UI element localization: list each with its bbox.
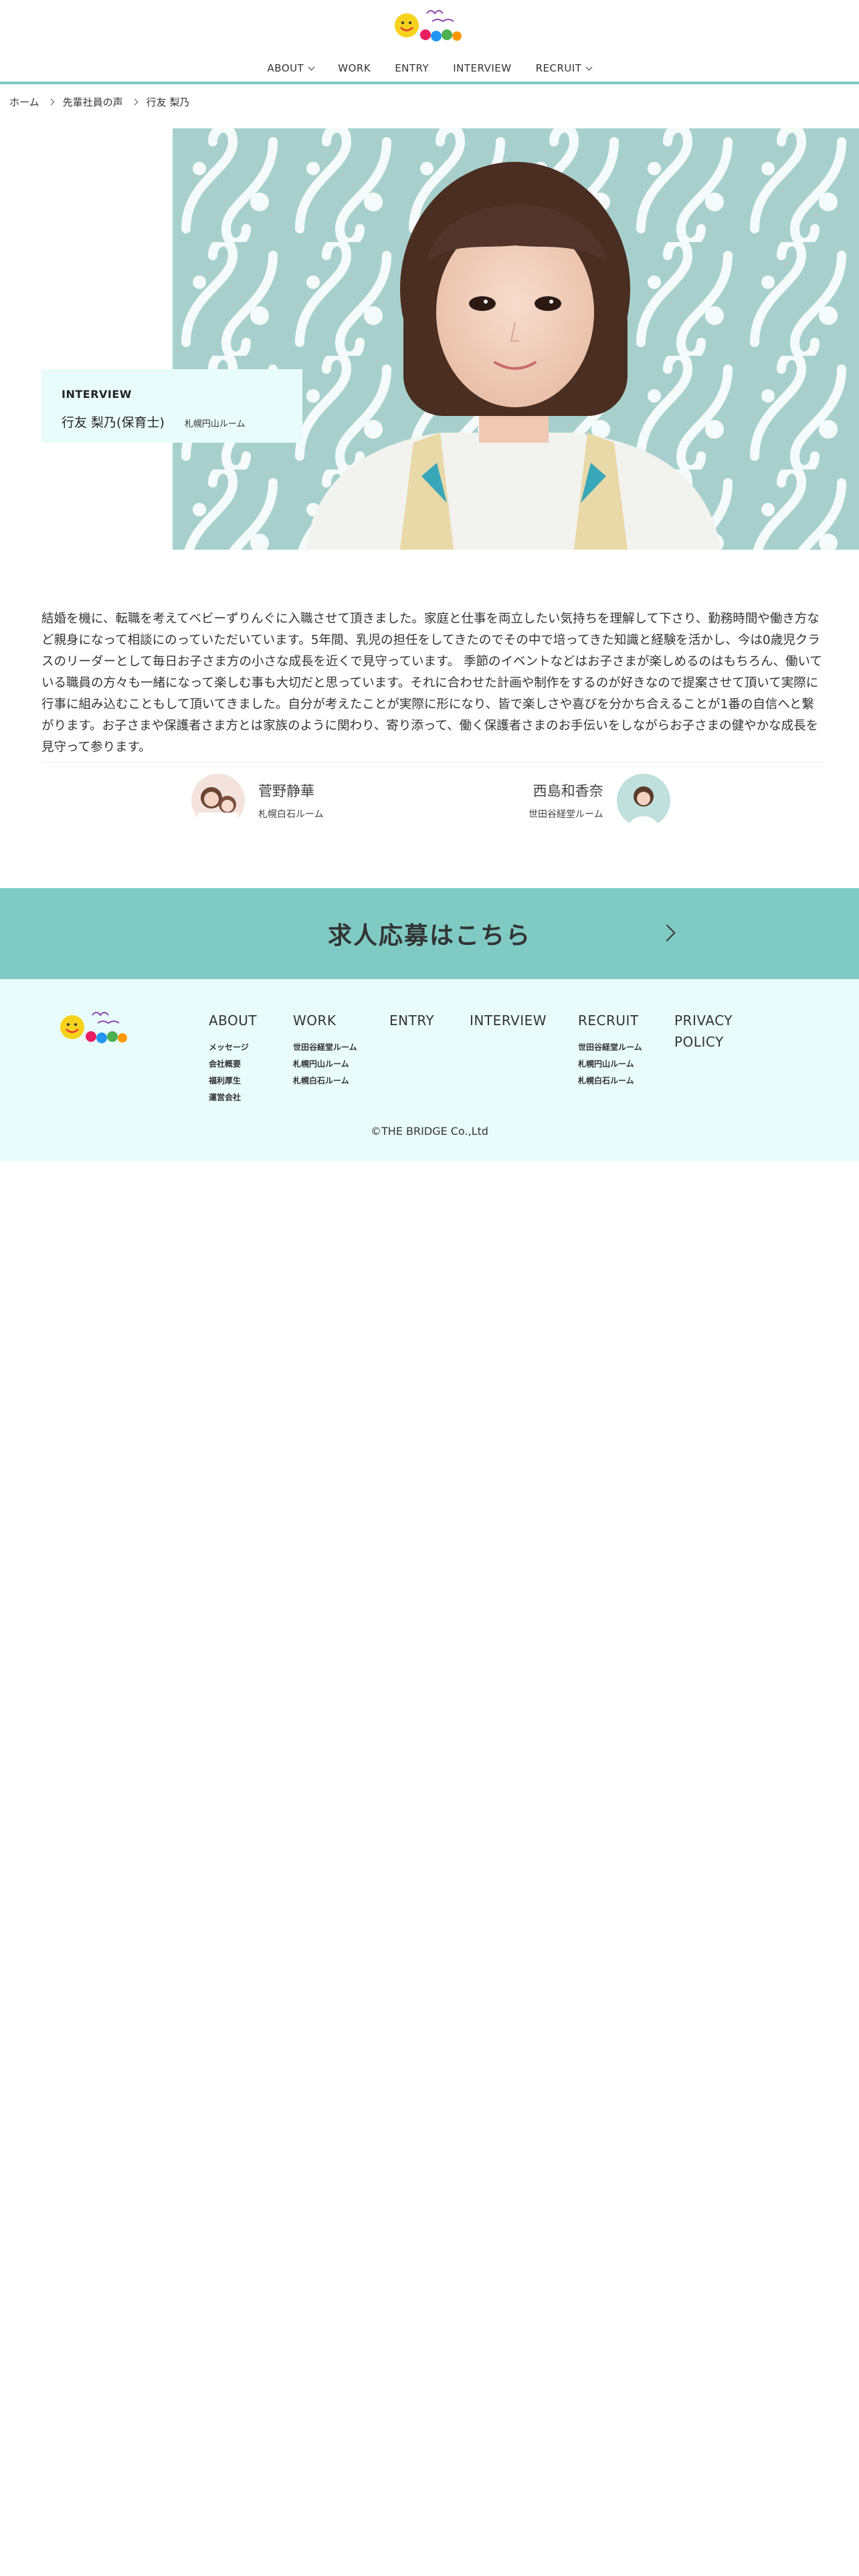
nav-work-label: WORK	[338, 62, 371, 74]
chevron-down-icon	[308, 64, 315, 70]
footer-col-interview: INTERVIEW	[470, 1010, 547, 1031]
nav-entry[interactable]: ENTRY	[383, 56, 441, 80]
other-room: 世田谷経堂ルーム	[529, 809, 603, 820]
nav-about-label: ABOUT	[267, 62, 304, 74]
chevron-right-icon	[131, 98, 138, 105]
card-info: 行友 梨乃(保育士) 札幌円山ルーム	[62, 413, 282, 431]
cta-label: 求人応募はこちら	[327, 922, 531, 950]
footer-link-maruyama[interactable]: 札幌円山ルーム	[293, 1056, 357, 1073]
card-label: INTERVIEW	[62, 388, 132, 401]
footer-link-operator[interactable]: 運営会社	[209, 1089, 282, 1106]
other-interviews: 菅野静華 札幌白石ルーム 西島和香奈 世田谷経堂ルーム	[41, 762, 824, 829]
footer-col-about: ABOUT メッセージ 会社概要 福利厚生 運営会社	[209, 1010, 282, 1106]
other-interview-info-1: 菅野静華 札幌白石ルーム	[258, 780, 324, 821]
footer-work-links: 世田谷経堂ルーム 札幌円山ルーム 札幌白石ルーム	[293, 1039, 357, 1089]
nav-interview-label: INTERVIEW	[453, 62, 512, 74]
site-footer: ABOUT メッセージ 会社概要 福利厚生 運営会社 WORK 世田谷経堂ルーム…	[0, 979, 859, 1161]
avatar	[616, 774, 670, 827]
chevron-down-icon	[586, 64, 593, 70]
footer-link-shiroishi[interactable]: 札幌白石ルーム	[293, 1073, 357, 1089]
site-header: ABOUT WORK ENTRY INTERVIEW RECRUIT	[0, 0, 859, 84]
other-interview-info-2: 西島和香奈 世田谷経堂ルーム	[529, 780, 603, 821]
footer-work-head[interactable]: WORK	[293, 1010, 357, 1031]
nav-entry-label: ENTRY	[395, 62, 430, 74]
footer-link-benefits[interactable]: 福利厚生	[209, 1073, 282, 1089]
other-name: 西島和香奈	[533, 783, 603, 799]
portrait-image	[173, 128, 859, 550]
footer-link-setagaya[interactable]: 世田谷経堂ルーム	[578, 1039, 652, 1056]
footer-link-company[interactable]: 会社概要	[209, 1056, 282, 1073]
footer-about-head[interactable]: ABOUT	[209, 1010, 282, 1031]
interview-card: INTERVIEW 行友 梨乃(保育士) 札幌円山ルーム	[41, 369, 302, 443]
interviewee-room: 札幌円山ルーム	[184, 419, 246, 429]
other-interview-link-1[interactable]: 菅野静華 札幌白石ルーム	[191, 774, 324, 827]
footer-col-recruit: RECRUIT 世田谷経堂ルーム 札幌円山ルーム 札幌白石ルーム	[578, 1010, 652, 1089]
avatar-image	[191, 774, 245, 827]
footer-logo-icon[interactable]	[58, 1007, 132, 1045]
footer-col-entry: ENTRY	[389, 1010, 434, 1031]
breadcrumb: ホーム 先輩社員の声 行友 梨乃	[9, 94, 189, 110]
footer-link-maruyama[interactable]: 札幌円山ルーム	[578, 1056, 652, 1073]
interview-body-text: 結婚を機に、転職を考えてベビーずりんぐに入職させて頂きました。家庭と仕事を両立し…	[41, 612, 822, 754]
footer-interview-head[interactable]: INTERVIEW	[470, 1010, 547, 1031]
footer-col-privacy: PRIVACY POLICY	[674, 1010, 735, 1053]
nav-recruit-label: RECRUIT	[535, 62, 582, 74]
copyright: ©THE BRIDGE Co.,Ltd	[371, 1125, 488, 1138]
nav-about[interactable]: ABOUT	[256, 56, 326, 80]
footer-col-work: WORK 世田谷経堂ルーム 札幌円山ルーム 札幌白石ルーム	[293, 1010, 357, 1089]
footer-link-setagaya[interactable]: 世田谷経堂ルーム	[293, 1039, 357, 1056]
footer-link-shiroishi[interactable]: 札幌白石ルーム	[578, 1073, 652, 1089]
interviewee-name: 行友 梨乃(保育士)	[62, 415, 165, 430]
logo-icon[interactable]	[392, 5, 467, 43]
nav-work[interactable]: WORK	[326, 56, 383, 80]
footer-entry-head[interactable]: ENTRY	[389, 1010, 434, 1031]
breadcrumb-current: 行友 梨乃	[146, 96, 190, 108]
footer-recruit-head[interactable]: RECRUIT	[578, 1010, 652, 1031]
chevron-right-icon	[658, 924, 676, 942]
avatar-image	[616, 774, 670, 827]
apply-cta-button[interactable]: 求人応募はこちら	[0, 888, 859, 979]
avatar	[191, 774, 245, 827]
footer-privacy-head[interactable]: PRIVACY POLICY	[674, 1010, 735, 1053]
footer-about-links: メッセージ 会社概要 福利厚生 運営会社	[209, 1039, 282, 1106]
breadcrumb-voices[interactable]: 先輩社員の声	[63, 95, 123, 109]
other-room: 札幌白石ルーム	[258, 809, 324, 820]
other-interview-link-2[interactable]: 西島和香奈 世田谷経堂ルーム	[529, 774, 670, 827]
nav-recruit[interactable]: RECRUIT	[524, 56, 604, 80]
main-nav: ABOUT WORK ENTRY INTERVIEW RECRUIT	[0, 56, 859, 80]
footer-recruit-links: 世田谷経堂ルーム 札幌円山ルーム 札幌白石ルーム	[578, 1039, 652, 1089]
hero-photo	[173, 128, 859, 550]
footer-link-message[interactable]: メッセージ	[209, 1039, 282, 1056]
nav-interview[interactable]: INTERVIEW	[441, 56, 523, 80]
breadcrumb-home[interactable]: ホーム	[9, 95, 39, 109]
other-name: 菅野静華	[258, 783, 314, 799]
chevron-right-icon	[47, 98, 55, 105]
